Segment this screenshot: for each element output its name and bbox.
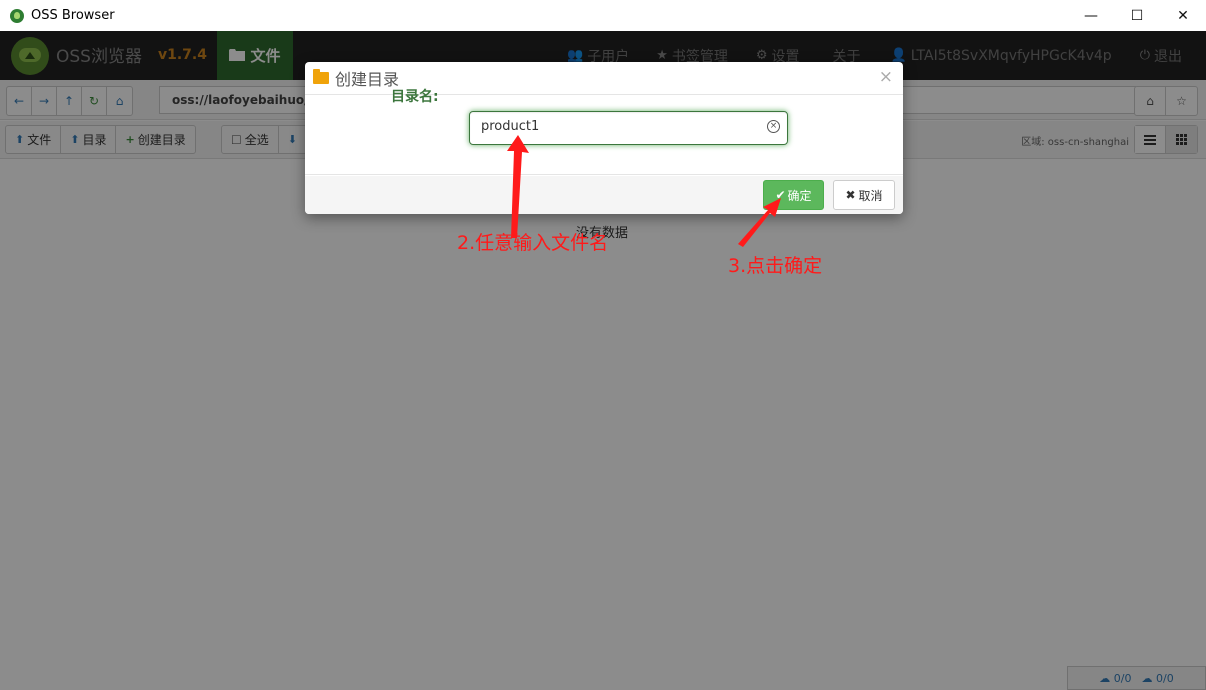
annotation-step2: 2.任意输入文件名 (457, 232, 609, 254)
folder-icon (313, 69, 329, 84)
close-window-button[interactable]: ✕ (1160, 0, 1206, 31)
dir-name-label: 目录名: (391, 89, 439, 105)
cancel-label: 取消 (858, 188, 883, 203)
window-titlebar: OSS Browser — ☐ ✕ (0, 0, 1206, 31)
app-icon (10, 8, 24, 23)
dialog-footer: ✔ 确定 ✖ 取消 (305, 176, 903, 214)
clear-input-icon[interactable]: × (767, 120, 780, 133)
confirm-button[interactable]: ✔ 确定 (763, 180, 824, 210)
close-icon[interactable]: × (879, 67, 893, 87)
check-icon: ✔ (775, 188, 786, 202)
confirm-label: 确定 (787, 188, 812, 203)
dir-name-input[interactable]: product1 (469, 111, 788, 145)
window-title: OSS Browser (31, 8, 115, 23)
create-dir-dialog: 创建目录 × 目录名: product1 × ✔ 确定 ✖ 取消 (305, 62, 903, 214)
maximize-button[interactable]: ☐ (1114, 0, 1160, 31)
close-icon: ✖ (845, 188, 856, 202)
window-controls: — ☐ ✕ (1068, 0, 1206, 31)
dialog-title: 创建目录 (335, 70, 400, 89)
annotation-step3: 3.点击确定 (728, 255, 823, 277)
cancel-button[interactable]: ✖ 取消 (833, 180, 895, 210)
minimize-button[interactable]: — (1068, 0, 1114, 31)
